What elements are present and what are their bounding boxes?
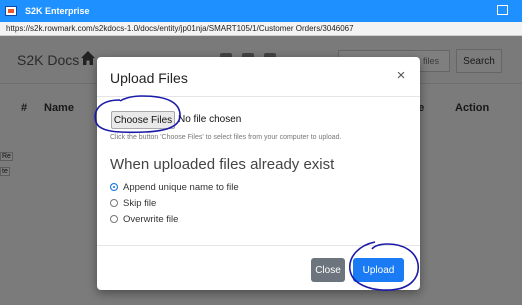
close-button[interactable]: Close (311, 258, 345, 282)
maximize-icon[interactable] (497, 5, 508, 15)
dialog-header: Upload Files × (97, 57, 420, 97)
url-bar[interactable]: https://s2k.rowmark.com/s2kdocs-1.0/docs… (0, 22, 522, 36)
radio-label[interactable]: Overwrite file (123, 214, 178, 225)
radio-button[interactable] (110, 215, 118, 223)
dialog-title: Upload Files (110, 70, 188, 86)
choose-files-button[interactable]: Choose Files (111, 111, 175, 129)
radio-label[interactable]: Append unique name to file (123, 182, 239, 193)
upload-files-dialog: Upload Files × Choose Files No file chos… (97, 57, 420, 290)
radio-button[interactable] (110, 199, 118, 207)
window-titlebar: S2K Enterprise (0, 0, 522, 22)
radio-label[interactable]: Skip file (123, 198, 156, 209)
app-icon (5, 6, 17, 16)
upload-button[interactable]: Upload (353, 258, 404, 282)
window-title: S2K Enterprise (25, 6, 90, 16)
conflict-section-title: When uploaded files already exist (110, 156, 335, 173)
radio-button[interactable] (110, 183, 118, 191)
file-status: No file chosen (178, 114, 242, 125)
upload-hint: Click the button 'Choose Files' to selec… (110, 134, 342, 141)
close-icon[interactable]: × (394, 68, 408, 84)
